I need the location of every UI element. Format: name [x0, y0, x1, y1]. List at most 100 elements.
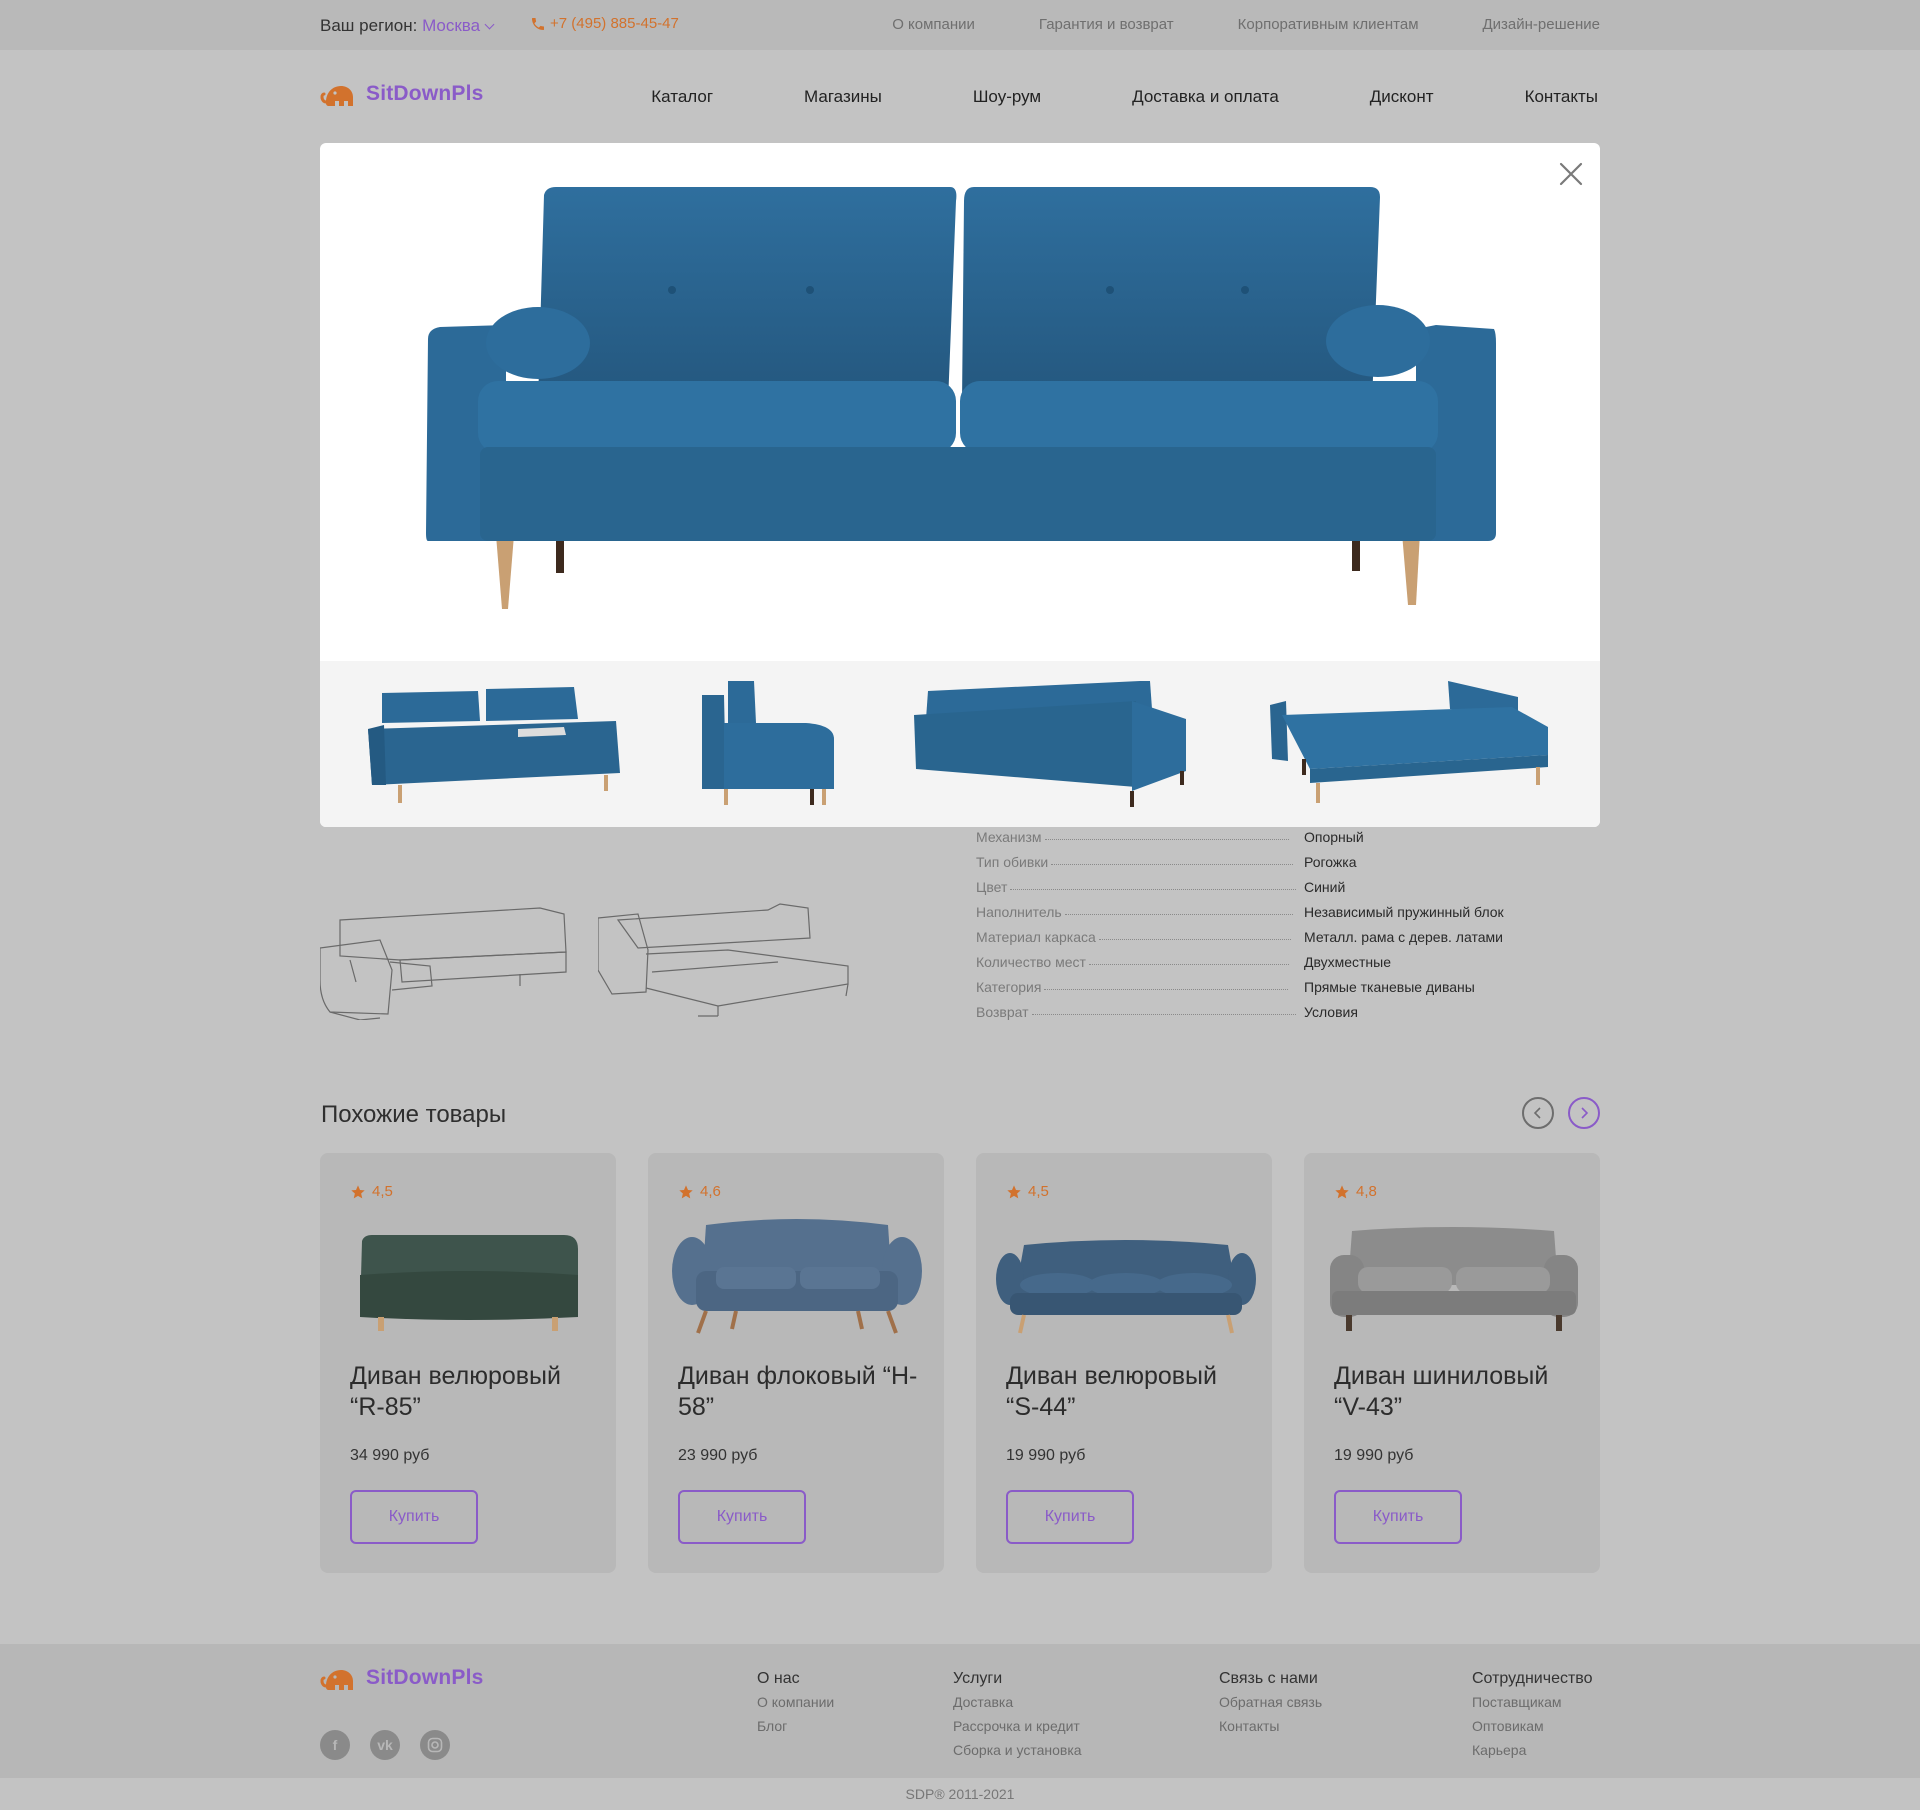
- buy-button[interactable]: Купить: [350, 1490, 478, 1544]
- buy-button[interactable]: Купить: [678, 1490, 806, 1544]
- footer-link[interactable]: Оптовикам: [1472, 1714, 1593, 1738]
- region-selector[interactable]: Ваш регион: Москва: [320, 16, 495, 36]
- buy-button[interactable]: Купить: [1006, 1490, 1134, 1544]
- footer: SitDownPls f vk О нас О компании Блог Ус…: [0, 1644, 1920, 1778]
- footer-link[interactable]: Доставка: [953, 1690, 1082, 1714]
- footer-col-contact: Связь с нами Обратная связь Контакты: [1219, 1670, 1322, 1738]
- star-icon: [1335, 1184, 1349, 1198]
- footer-link[interactable]: О компании: [757, 1690, 834, 1714]
- product-card[interactable]: 4,8 Диван шиниловый “V-43” 19 990 руб Ку…: [1304, 1153, 1600, 1573]
- product-name[interactable]: Диван велюровый “S-44”: [1006, 1361, 1256, 1423]
- footer-logo[interactable]: SitDownPls: [320, 1664, 484, 1692]
- spec-value: Условия: [1304, 1004, 1358, 1020]
- nav-discount[interactable]: Дисконт: [1370, 87, 1434, 107]
- spec-value: Синий: [1304, 879, 1346, 895]
- footer-link[interactable]: Поставщикам: [1472, 1690, 1593, 1714]
- elephant-logo-icon: [320, 86, 353, 106]
- spec-key: Цвет: [976, 879, 1008, 895]
- thumbnail-2[interactable]: [698, 679, 838, 811]
- product-image: [360, 1235, 578, 1331]
- spec-key: Количество мест: [976, 954, 1086, 970]
- spec-key: Возврат: [976, 1004, 1029, 1020]
- footer-col-title: О нас: [757, 1670, 800, 1687]
- product-image: [996, 1240, 1256, 1334]
- elephant-logo-icon: [320, 1670, 353, 1690]
- product-image: [1330, 1227, 1578, 1331]
- spec-row: Материал каркаса Металл. рама с дерев. ла…: [976, 920, 1606, 945]
- product-image: [672, 1219, 922, 1334]
- phone-link[interactable]: +7 (495) 885-45-47: [530, 15, 679, 32]
- nav-contacts[interactable]: Контакты: [1525, 87, 1598, 107]
- product-name[interactable]: Диван флоковый “H-58”: [678, 1361, 928, 1423]
- thumbnail-3[interactable]: [914, 679, 1194, 811]
- footer-link[interactable]: Карьера: [1472, 1738, 1593, 1762]
- thumbnail-4[interactable]: [1266, 679, 1550, 809]
- product-price: 23 990 руб: [678, 1447, 758, 1464]
- footer-col-title: Связь с нами: [1219, 1670, 1318, 1687]
- similar-title: Похожие товары: [321, 1101, 507, 1128]
- rating: 4,6: [678, 1183, 721, 1200]
- rating-value: 4,8: [1356, 1183, 1377, 1200]
- spec-key: Тип обивки: [976, 854, 1049, 870]
- product-name[interactable]: Диван велюровый “R-85”: [350, 1361, 600, 1423]
- rating: 4,8: [1334, 1183, 1377, 1200]
- phone-number[interactable]: +7 (495) 885-45-47: [550, 15, 679, 32]
- top-link-warranty[interactable]: Гарантия и возврат: [1039, 16, 1174, 33]
- star-icon: [1007, 1184, 1021, 1198]
- sofa-scheme-drawing-2: [598, 903, 849, 1017]
- footer-link[interactable]: Сборка и установка: [953, 1738, 1082, 1762]
- region-city[interactable]: Москва: [422, 16, 480, 35]
- instagram-icon[interactable]: [420, 1730, 450, 1760]
- carousel-prev-button[interactable]: [1522, 1097, 1554, 1129]
- footer-col-title: Услуги: [953, 1670, 1003, 1687]
- nav-catalog[interactable]: Каталог: [651, 87, 713, 107]
- copyright: SDP® 2011-2021: [905, 1786, 1015, 1802]
- spec-value: Металл. рама с дерев. латами: [1304, 929, 1503, 945]
- top-link-about[interactable]: О компании: [892, 16, 975, 33]
- spec-row: Количество мест Двухместные: [976, 945, 1606, 970]
- footer-col-services: Услуги Доставка Рассрочка и кредит Сборк…: [953, 1670, 1082, 1762]
- product-name[interactable]: Диван шиниловый “V-43”: [1334, 1361, 1584, 1423]
- footer-col-cooperation: Сотрудничество Поставщикам Оптовикам Кар…: [1472, 1670, 1593, 1762]
- product-card[interactable]: 4,5 Диван велюровый “R-85” 34 990 руб Ку…: [320, 1153, 616, 1573]
- spec-value: Двухместные: [1304, 954, 1392, 970]
- top-link-design[interactable]: Дизайн-решение: [1483, 16, 1600, 33]
- star-icon: [679, 1184, 693, 1198]
- vk-icon[interactable]: vk: [370, 1730, 400, 1760]
- spec-row: Цвет Синий: [976, 870, 1606, 895]
- region-label: Ваш регион:: [320, 16, 418, 35]
- footer-link[interactable]: Контакты: [1219, 1714, 1322, 1738]
- product-card[interactable]: 4,6 Диван флоковый “H-58” 23 990 руб Куп…: [648, 1153, 944, 1573]
- logo-text: SitDownPls: [366, 82, 484, 105]
- nav-delivery[interactable]: Доставка и оплата: [1132, 87, 1279, 107]
- header-logo[interactable]: SitDownPls: [320, 80, 484, 108]
- nav-stores[interactable]: Магазины: [804, 87, 882, 107]
- buy-button[interactable]: Купить: [1334, 1490, 1462, 1544]
- rating: 4,5: [1006, 1183, 1049, 1200]
- footer-link[interactable]: Обратная связь: [1219, 1690, 1322, 1714]
- main-nav: Каталог Магазины Шоу-рум Доставка и опла…: [651, 87, 1598, 107]
- footer-link[interactable]: Блог: [757, 1714, 834, 1738]
- spec-key: Категория: [976, 979, 1042, 995]
- facebook-icon[interactable]: f: [320, 1730, 350, 1760]
- chevron-right-icon: [1581, 1107, 1589, 1119]
- main-product-image: [426, 187, 1496, 609]
- gallery-modal: [320, 143, 1600, 827]
- top-links: О компании Гарантия и возврат Корпоратив…: [892, 16, 1600, 33]
- nav-showroom[interactable]: Шоу-рум: [973, 87, 1041, 107]
- product-price: 34 990 руб: [350, 1447, 430, 1464]
- footer-link[interactable]: Рассрочка и кредит: [953, 1714, 1082, 1738]
- sofa-scheme-drawing-1: [320, 907, 567, 1020]
- top-link-corporate[interactable]: Корпоративным клиентам: [1238, 16, 1419, 33]
- thumbnails-strip: [320, 661, 1600, 827]
- carousel-next-button[interactable]: [1568, 1097, 1600, 1129]
- rating-value: 4,6: [700, 1183, 721, 1200]
- chevron-down-icon[interactable]: [484, 19, 495, 30]
- thumbnail-1[interactable]: [368, 681, 620, 809]
- product-card[interactable]: 4,5 Диван велюровый “S-44” 19 990 руб Ку…: [976, 1153, 1272, 1573]
- product-price: 19 990 руб: [1006, 1447, 1086, 1464]
- social-links: f vk: [320, 1730, 450, 1760]
- spec-key: Наполнитель: [976, 904, 1062, 920]
- spec-row: Категория Прямые тканевые диваны: [976, 970, 1606, 995]
- chevron-left-icon: [1533, 1107, 1541, 1119]
